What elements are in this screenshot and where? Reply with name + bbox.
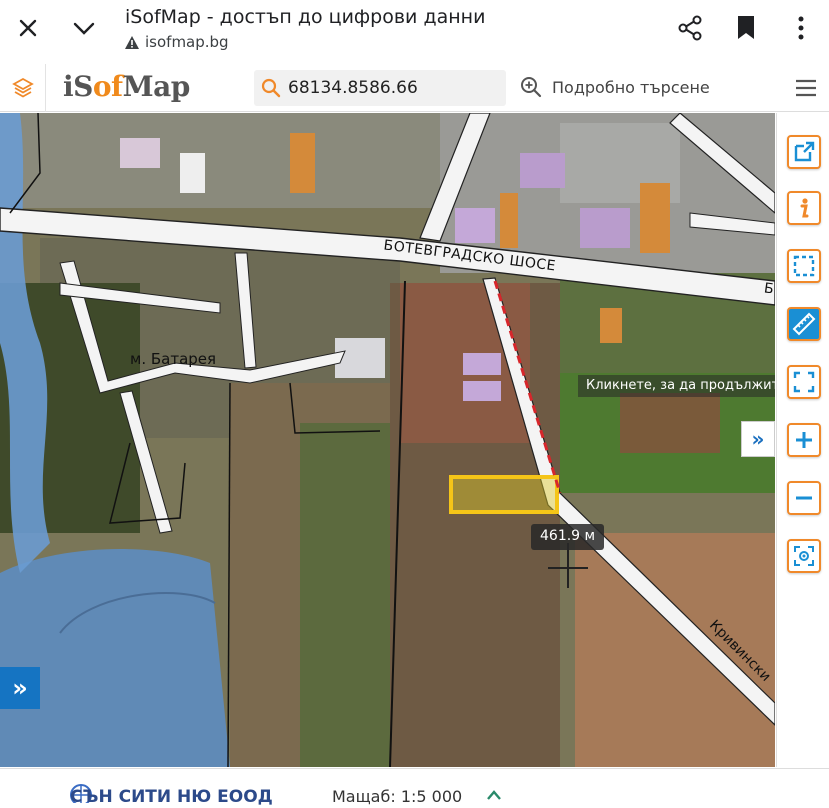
close-icon[interactable] bbox=[14, 14, 42, 42]
share-icon[interactable] bbox=[676, 14, 704, 42]
chevron-up-icon[interactable] bbox=[486, 789, 502, 801]
expand-left-panel-button[interactable]: » bbox=[0, 667, 40, 709]
map-footer: СЪН СИТИ НЮ ЕООД Мащаб: 1:5 000 bbox=[0, 768, 829, 808]
locate-button[interactable] bbox=[787, 539, 821, 573]
logo-accent: of bbox=[92, 70, 123, 103]
app-header: iSofMap 68134.8586.66 Подробно търсене bbox=[0, 64, 829, 112]
more-vert-icon[interactable] bbox=[790, 14, 812, 42]
expand-right-button[interactable]: » bbox=[741, 421, 775, 457]
search-box[interactable]: 68134.8586.66 bbox=[254, 70, 506, 106]
zoom-in-icon bbox=[796, 432, 812, 448]
advanced-search-label: Подробно търсене bbox=[552, 77, 710, 97]
double-chevron-right-icon: » bbox=[751, 427, 765, 451]
select-area-button[interactable] bbox=[787, 249, 821, 283]
ruler-icon bbox=[792, 312, 816, 336]
measurement-label: 461.9 м bbox=[531, 524, 605, 550]
isofmap-logo[interactable]: iSofMap bbox=[63, 70, 190, 103]
zoom-out-icon bbox=[796, 496, 812, 500]
ruler-button[interactable] bbox=[787, 307, 821, 341]
measure-tooltip: Кликнете, за да продължите bbox=[578, 375, 775, 397]
browser-toolbar: iSofMap - достъп до цифрови данни isofma… bbox=[0, 0, 829, 64]
external-link-icon bbox=[794, 141, 815, 162]
layers-icon bbox=[11, 77, 34, 98]
full-extent-button[interactable] bbox=[787, 365, 821, 399]
scale-label: Мащаб: bbox=[332, 787, 396, 806]
logo-suffix: Map bbox=[122, 70, 191, 103]
menu-icon[interactable] bbox=[794, 78, 818, 98]
scale-value: 1:5 000 bbox=[400, 787, 463, 806]
zoom-search-icon bbox=[521, 77, 542, 98]
map-canvas[interactable]: БОТЕВГРАДСКО ШОСЕ Б Кривински м. Батарея… bbox=[0, 113, 775, 767]
info-icon bbox=[800, 198, 809, 218]
layers-button[interactable] bbox=[0, 64, 46, 112]
logo-prefix: iS bbox=[63, 70, 93, 103]
scale-readout: Мащаб: 1:5 000 bbox=[332, 787, 462, 806]
locate-icon bbox=[794, 546, 814, 566]
url-row[interactable]: isofmap.bg bbox=[125, 33, 229, 51]
locality-label: м. Батарея bbox=[130, 350, 217, 368]
info-button[interactable] bbox=[787, 191, 821, 225]
company-name: СЪН СИТИ НЮ ЕООД bbox=[70, 787, 273, 807]
warning-icon bbox=[125, 35, 139, 49]
search-input[interactable]: 68134.8586.66 bbox=[288, 78, 418, 98]
chevron-down-icon[interactable] bbox=[70, 14, 98, 42]
double-chevron-right-icon: » bbox=[12, 674, 28, 702]
zoom-in-button[interactable] bbox=[787, 423, 821, 457]
zoom-out-button[interactable] bbox=[787, 481, 821, 515]
external-link-button[interactable] bbox=[787, 135, 821, 169]
page-url: isofmap.bg bbox=[145, 33, 229, 51]
advanced-search-button[interactable]: Подробно търсене bbox=[520, 76, 710, 98]
bookmark-icon[interactable] bbox=[734, 14, 758, 42]
page-title: iSofMap - достъп до цифрови данни bbox=[125, 6, 486, 28]
search-icon[interactable] bbox=[254, 78, 288, 98]
select-area-icon bbox=[793, 255, 815, 277]
aerial-imagery[interactable] bbox=[0, 113, 775, 767]
map-tools-panel bbox=[776, 113, 829, 767]
full-extent-icon bbox=[793, 371, 815, 393]
